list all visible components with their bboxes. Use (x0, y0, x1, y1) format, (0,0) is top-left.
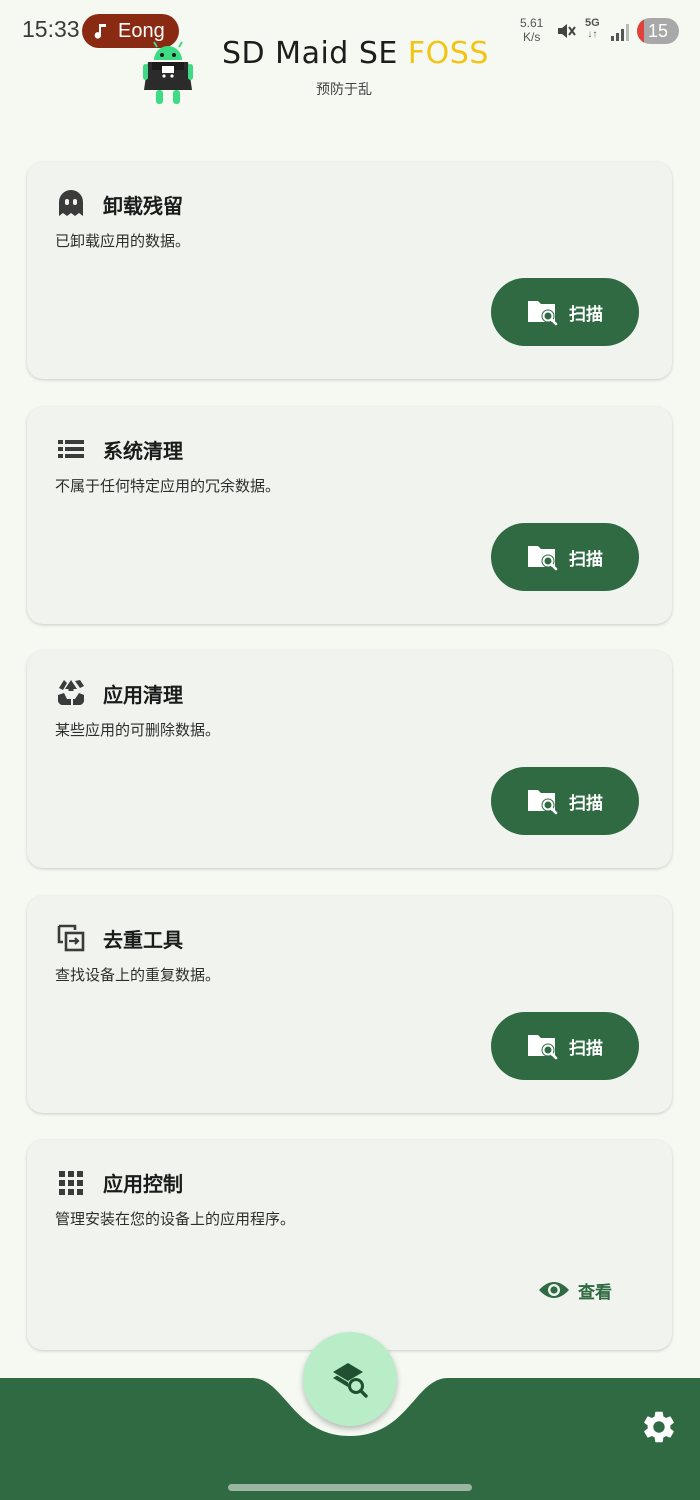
view-button[interactable]: 查看 (538, 1266, 612, 1314)
app-title-foss: FOSS (407, 36, 489, 71)
eye-icon (539, 1282, 569, 1298)
scan-button[interactable]: 扫描 (491, 523, 639, 591)
card-app-cleaner: 应用清理 某些应用的可删除数据。 扫描 (27, 651, 672, 868)
card-uninstall-leftovers: 卸载残留 已卸载应用的数据。 扫描 (27, 162, 672, 379)
card-system-cleaner: 系统清理 不属于任何特定应用的冗余数据。 扫描 (27, 407, 672, 624)
scan-all-fab[interactable] (303, 1332, 397, 1426)
card-title: 应用控制 (103, 1172, 183, 1196)
duplicate-icon (57, 924, 85, 952)
net-speed: 5.61 K/s (520, 16, 544, 44)
scan-button-label: 扫描 (569, 549, 603, 570)
mute-icon (558, 24, 576, 38)
card-description: 查找设备上的重复数据。 (55, 966, 221, 984)
music-note-icon (94, 24, 106, 39)
scan-button[interactable]: 扫描 (491, 278, 639, 346)
card-description: 管理安装在您的设备上的应用程序。 (55, 1210, 296, 1228)
scan-button[interactable]: 扫描 (491, 1012, 639, 1080)
app-tagline: 预防于乱 (316, 82, 372, 98)
card-title: 应用清理 (103, 683, 183, 707)
folder-search-icon (528, 1035, 558, 1060)
scan-button[interactable]: 扫描 (491, 767, 639, 835)
folder-search-icon (528, 546, 558, 571)
card-title: 系统清理 (103, 439, 183, 463)
folder-search-icon (528, 790, 558, 815)
home-indicator[interactable] (228, 1484, 472, 1491)
folder-search-icon (528, 301, 558, 326)
card-title: 去重工具 (103, 928, 183, 952)
view-button-label: 查看 (578, 1282, 612, 1303)
card-description: 已卸载应用的数据。 (55, 232, 191, 250)
card-description: 某些应用的可删除数据。 (55, 721, 221, 739)
ghost-icon (59, 190, 83, 216)
app-title: SD Maid SE FOSS (222, 36, 489, 71)
card-deduplicator: 去重工具 查找设备上的重复数据。 扫描 (27, 896, 672, 1113)
card-description: 不属于任何特定应用的冗余数据。 (55, 477, 281, 495)
recycle-icon (57, 680, 85, 705)
signal-icon (611, 24, 629, 41)
network-type: 5G ↓↑ (585, 17, 600, 41)
battery-indicator: 15 (637, 18, 679, 44)
scan-button-label: 扫描 (569, 793, 603, 814)
list-icon (58, 440, 84, 458)
layers-search-icon (333, 1363, 368, 1398)
settings-gear-icon[interactable] (640, 1408, 678, 1446)
scan-button-label: 扫描 (569, 304, 603, 325)
mascot-logo (143, 41, 193, 104)
scan-button-label: 扫描 (569, 1038, 603, 1059)
card-title: 卸载残留 (103, 194, 183, 218)
card-app-control: 应用控制 管理安装在您的设备上的应用程序。 查看 (27, 1140, 672, 1350)
status-time: 15:33 (22, 16, 80, 42)
grid-icon (59, 1171, 83, 1195)
